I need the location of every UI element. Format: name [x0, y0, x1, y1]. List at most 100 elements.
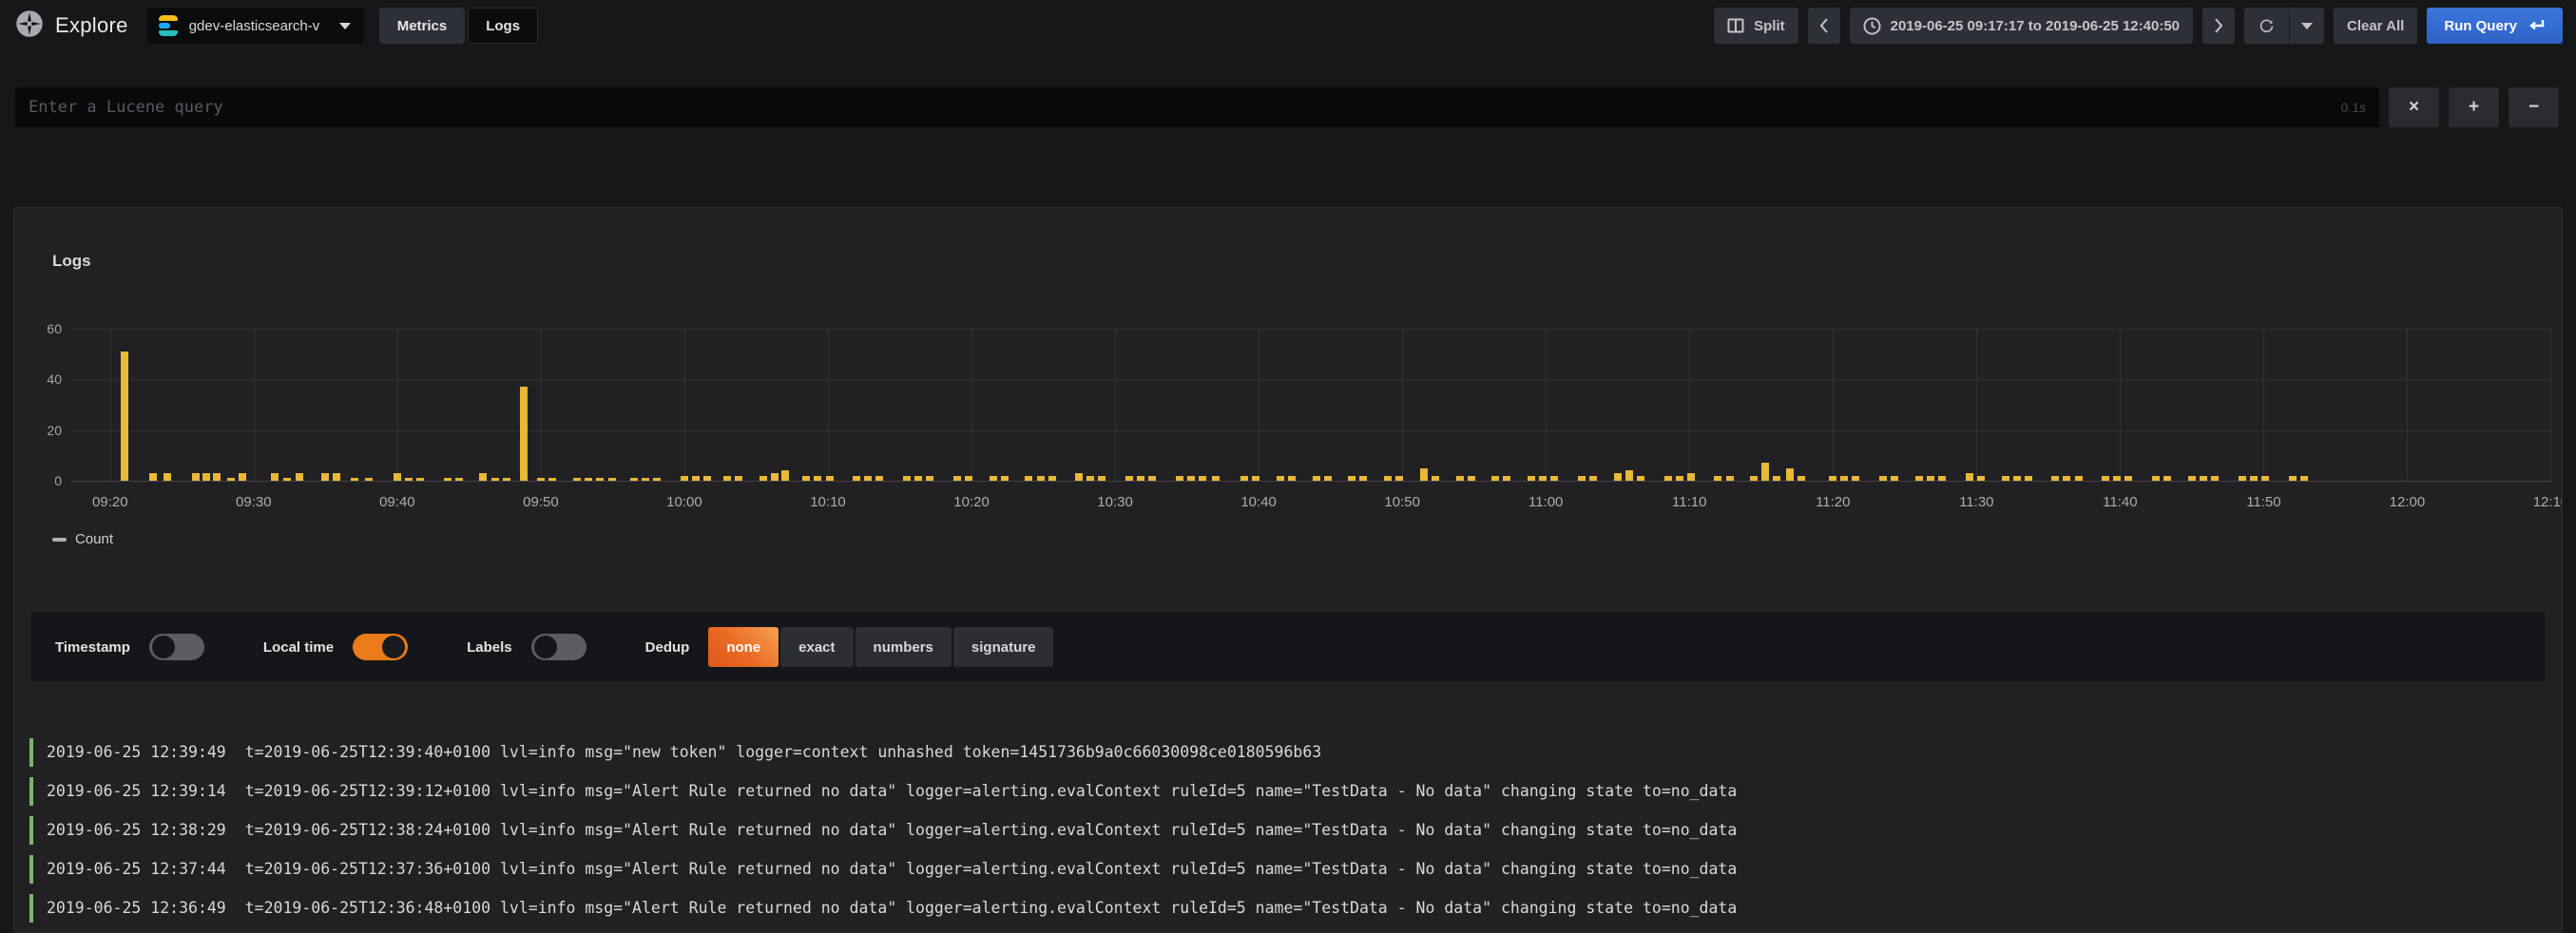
x-axis-tick: 12:00 [2390, 494, 2426, 510]
histogram-bar [1075, 473, 1083, 481]
histogram-bar [1977, 476, 1985, 481]
gridline [71, 379, 2552, 380]
histogram-bar [2239, 476, 2246, 481]
histogram-bar [1503, 476, 1510, 481]
dedup-option-none[interactable]: none [708, 627, 779, 667]
histogram-bar [1048, 476, 1056, 481]
log-line: 2019-06-25 12:39:49t=2019-06-25T12:39:40… [29, 738, 1321, 767]
gridline [2550, 329, 2551, 481]
histogram-bar [2300, 476, 2308, 481]
histogram-bar [703, 476, 711, 481]
x-axis-tick: 10:30 [1097, 494, 1133, 510]
histogram-bar [227, 478, 235, 481]
gridline [2407, 329, 2408, 481]
log-timestamp: 2019-06-25 12:36:49 [47, 899, 226, 917]
histogram-bar [1676, 476, 1683, 481]
gridline [971, 329, 972, 481]
y-axis-tick: 40 [47, 371, 62, 387]
log-row[interactable]: 2019-06-25 12:39:49t=2019-06-25T12:39:40… [29, 733, 2562, 771]
histogram-bar [1240, 476, 1248, 481]
histogram-bar [781, 470, 789, 481]
toggle-knob [534, 636, 557, 658]
histogram-bar [394, 473, 401, 481]
histogram-bar [1420, 468, 1428, 481]
brand: Explore [15, 10, 128, 43]
labels-label: Labels [467, 639, 512, 656]
histogram-bar [121, 352, 128, 481]
histogram-bar [479, 473, 487, 481]
histogram-bar [405, 478, 413, 481]
log-message: t=2019-06-25T12:36:48+0100 lvl=info msg=… [245, 899, 1738, 917]
log-row[interactable]: 2019-06-25 12:39:14t=2019-06-25T12:39:12… [29, 771, 2562, 810]
collapse-query-button[interactable]: − [2509, 87, 2559, 127]
gridline [71, 329, 2552, 330]
x-axis-tick: 10:00 [666, 494, 702, 510]
lucene-query-input[interactable] [15, 87, 2379, 127]
histogram-bar [681, 476, 688, 481]
histogram-bar [990, 476, 997, 481]
tab-metrics[interactable]: Metrics [379, 8, 466, 44]
timestamp-toggle[interactable] [149, 634, 204, 660]
log-row[interactable]: 2019-06-25 12:36:49 t=2019-06-25T12:36:48… [29, 888, 2562, 927]
histogram-bar [1384, 476, 1392, 481]
histogram-bar [1086, 476, 1094, 481]
time-back-button[interactable] [1808, 8, 1840, 44]
remove-query-button[interactable]: × [2389, 87, 2439, 127]
tab-logs[interactable]: Logs [468, 8, 538, 44]
histogram-bar [1528, 476, 1535, 481]
log-line: 2019-06-25 12:36:49 t=2019-06-25T12:36:48… [29, 894, 1737, 923]
gridline [254, 329, 255, 481]
labels-toggle[interactable] [531, 634, 586, 660]
histogram-bar [239, 473, 246, 481]
histogram-bar [903, 476, 911, 481]
local-time-toggle[interactable] [353, 634, 408, 660]
legend-series-label: Count [75, 531, 113, 547]
time-forward-button[interactable] [2202, 8, 2235, 44]
histogram-bar [1125, 476, 1133, 481]
gridline [110, 329, 111, 481]
x-axis-tick: 11:00 [1528, 494, 1563, 510]
logs-histogram-plot[interactable]: 09:2009:3009:4009:5010:0010:1010:2010:30… [71, 329, 2552, 481]
clear-all-button[interactable]: Clear All [2334, 8, 2417, 44]
chart-legend[interactable]: Count [52, 531, 113, 547]
log-row[interactable]: 2019-06-25 12:37:44t=2019-06-25T12:37:36… [29, 849, 2562, 888]
histogram-bar [1750, 476, 1758, 481]
refresh-interval-dropdown[interactable] [2290, 8, 2324, 44]
histogram-bar [642, 478, 649, 481]
histogram-bar [2211, 476, 2219, 481]
split-button[interactable]: Split [1714, 8, 1798, 44]
histogram-bar [2002, 476, 2009, 481]
gridline [71, 481, 2552, 482]
histogram-bar [864, 476, 872, 481]
x-axis-tick: 09:40 [379, 494, 415, 510]
datasource-picker[interactable]: gdev-elasticsearch-v [147, 8, 364, 44]
dedup-option-numbers[interactable]: numbers [855, 627, 952, 667]
add-query-button[interactable]: + [2449, 87, 2499, 127]
histogram-bar [1773, 476, 1780, 481]
run-query-button[interactable]: Run Query [2427, 8, 2563, 44]
x-axis-tick: 11:10 [1672, 494, 1706, 510]
histogram-bar [1456, 476, 1464, 481]
log-line: 2019-06-25 12:38:29t=2019-06-25T12:38:24… [29, 816, 1737, 845]
refresh-button[interactable] [2244, 8, 2289, 44]
histogram-bar [1199, 476, 1206, 481]
histogram-bar [503, 478, 510, 481]
gridline [684, 329, 685, 481]
x-axis-tick: 10:40 [1240, 494, 1277, 510]
dedup-option-exact[interactable]: exact [780, 627, 853, 667]
histogram-bar [163, 473, 171, 481]
log-row[interactable]: 2019-06-25 12:38:29t=2019-06-25T12:38:24… [29, 810, 2562, 849]
histogram-bar [1938, 476, 1946, 481]
log-timestamp: 2019-06-25 12:39:14 [47, 782, 226, 800]
histogram-bar [573, 478, 581, 481]
dedup-option-signature[interactable]: signature [953, 627, 1054, 667]
timestamp-label: Timestamp [55, 639, 130, 656]
log-options-bar: Timestamp Local time Labels Dedup noneex… [29, 611, 2547, 683]
time-range-picker[interactable]: 2019-06-25 09:17:17 to 2019-06-25 12:40:… [1850, 8, 2193, 44]
query-elapsed-time: 0.1s [2341, 100, 2366, 115]
histogram-bar [321, 473, 329, 481]
x-axis-tick: 11:50 [2246, 494, 2280, 510]
histogram-bar [2102, 476, 2109, 481]
histogram-bar [365, 478, 373, 481]
histogram-bar [1915, 476, 1923, 481]
